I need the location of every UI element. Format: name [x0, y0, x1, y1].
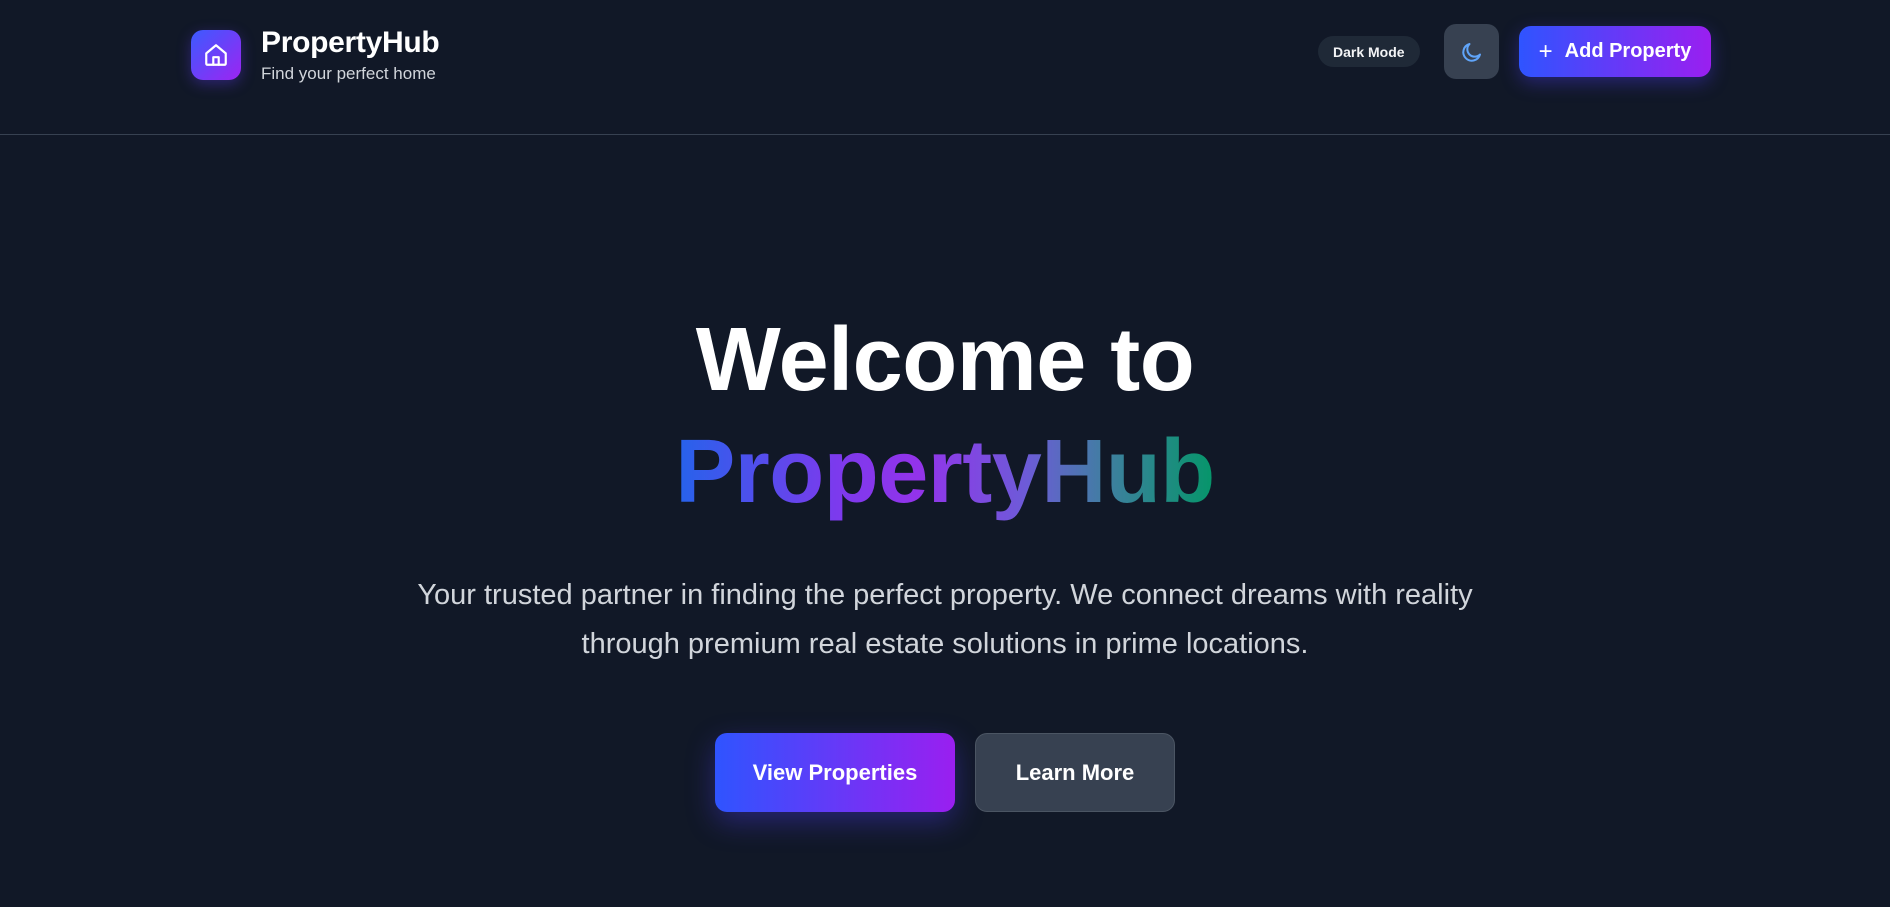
hero-description: Your trusted partner in finding the perf…	[417, 579, 1473, 660]
hero-title: Welcome to	[695, 310, 1195, 410]
home-icon	[205, 44, 227, 66]
brand-title: PropertyHub	[261, 26, 440, 59]
logo-badge	[191, 30, 241, 80]
plus-icon: +	[1538, 37, 1553, 65]
top-header: PropertyHub Find your perfect home Dark …	[0, 0, 1890, 135]
mode-badge: Dark Mode	[1318, 36, 1420, 67]
hero-brand-title: PropertyHub	[675, 417, 1215, 527]
view-properties-button[interactable]: View Properties	[715, 733, 955, 812]
brand-text: PropertyHub Find your perfect home	[261, 26, 440, 84]
learn-more-button[interactable]: Learn More	[975, 733, 1175, 812]
moon-icon	[1461, 42, 1481, 62]
brand[interactable]: PropertyHub Find your perfect home	[191, 26, 440, 84]
add-property-button[interactable]: + Add Property	[1519, 26, 1711, 77]
hero-section: Welcome to PropertyHub Your trusted part…	[0, 135, 1890, 812]
cta-row: View Properties Learn More	[0, 733, 1890, 812]
add-property-label: Add Property	[1564, 40, 1692, 62]
theme-toggle-button[interactable]	[1444, 24, 1499, 79]
brand-subtitle: Find your perfect home	[261, 64, 436, 83]
